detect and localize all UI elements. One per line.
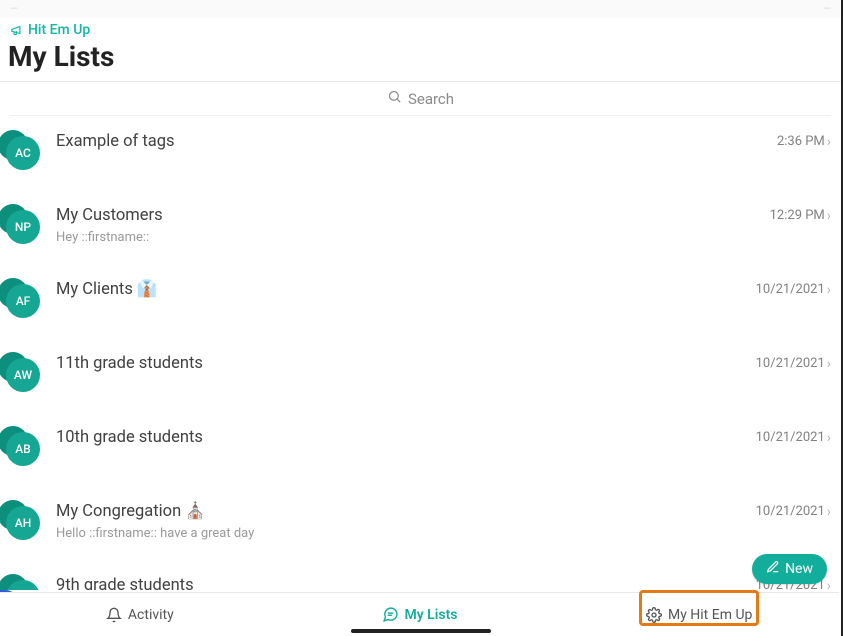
avatar: AC: [6, 580, 46, 590]
home-indicator: [351, 629, 491, 633]
list-container[interactable]: ACExample of tags2:36 PM›NPMy CustomersH…: [0, 116, 841, 590]
new-button-label: New: [785, 561, 813, 577]
tab-activity-label: Activity: [128, 607, 174, 623]
list-item-title: 9th grade students: [56, 576, 756, 590]
list-item-body: 10th grade students: [56, 428, 756, 448]
list-item-time: 2:36 PM: [777, 134, 825, 149]
new-button[interactable]: New: [752, 554, 827, 584]
list-item-body: 9th grade students: [56, 576, 756, 590]
list-item-time: 12:29 PM: [770, 208, 825, 223]
list-item-time: 10/21/2021: [756, 356, 825, 371]
avatar: AH: [6, 506, 46, 546]
list-item-meta: 10/21/2021›: [756, 430, 831, 445]
chevron-right-icon: ›: [827, 283, 831, 297]
chat-icon: [382, 606, 399, 623]
avatar: NP: [6, 210, 46, 250]
chevron-right-icon: ›: [827, 357, 831, 371]
list-item-body: Example of tags: [56, 132, 777, 152]
list-item-meta: 10/21/2021›: [756, 282, 831, 297]
list-item-meta: 12:29 PM›: [770, 208, 831, 223]
avatar: AF: [6, 284, 46, 324]
list-item-title: My Clients 👔: [56, 280, 756, 300]
chevron-right-icon: ›: [827, 209, 831, 223]
list-item-body: My Congregation ⛪Hello ::firstname:: hav…: [56, 502, 756, 541]
list-item-title: Example of tags: [56, 132, 777, 152]
list-item-title: My Customers: [56, 206, 770, 226]
list-item-time: 10/21/2021: [756, 504, 825, 519]
list-item-body: My CustomersHey ::firstname::: [56, 206, 770, 245]
list-item-time: 10/21/2021: [756, 282, 825, 297]
status-left: —: [10, 4, 18, 15]
page-title: My Lists: [0, 38, 841, 81]
avatar-initials: AF: [6, 284, 40, 318]
list-item-body: 11th grade students: [56, 354, 756, 374]
search-placeholder: Search: [408, 90, 454, 108]
megaphone-icon: [10, 23, 24, 37]
list-item-title: 10th grade students: [56, 428, 756, 448]
list-item[interactable]: AH My Congregation ⛪Hello ::firstname:: h…: [0, 486, 841, 560]
list-item-body: My Clients 👔: [56, 280, 756, 300]
list-item[interactable]: AW 11th grade students10/21/2021›: [0, 338, 841, 412]
tab-settings[interactable]: My Hit Em Up: [559, 593, 839, 636]
avatar-initials: AW: [6, 358, 40, 392]
tab-settings-label: My Hit Em Up: [668, 607, 752, 623]
avatar: AC: [6, 136, 46, 176]
status-bar: — —: [0, 0, 841, 18]
avatar: AW: [6, 358, 46, 398]
avatar: AB: [6, 432, 46, 472]
search-bar[interactable]: Search: [10, 82, 831, 116]
chevron-right-icon: ›: [827, 579, 831, 591]
chevron-right-icon: ›: [827, 431, 831, 445]
list-item-meta: 10/21/2021›: [756, 504, 831, 519]
list-item[interactable]: NP My CustomersHey ::firstname::12:29 PM›: [0, 190, 841, 264]
list-item[interactable]: AC9th grade students10/21/2021›: [0, 560, 841, 590]
tab-mylists-label: My Lists: [405, 607, 458, 623]
chevron-right-icon: ›: [827, 135, 831, 149]
list-item[interactable]: AF My Clients 👔10/21/2021›: [0, 264, 841, 338]
search-icon: [387, 89, 402, 108]
brand-row[interactable]: Hit Em Up: [0, 18, 841, 38]
list-item[interactable]: AB 10th grade students10/21/2021›: [0, 412, 841, 486]
avatar-initials: AB: [6, 432, 40, 466]
chevron-right-icon: ›: [827, 505, 831, 519]
tab-activity[interactable]: Activity: [0, 593, 280, 636]
list-item-subtitle: Hello ::firstname:: have a great day: [56, 526, 756, 541]
list-item-time: 10/21/2021: [756, 430, 825, 445]
compose-icon: [766, 560, 780, 578]
bell-icon: [106, 607, 122, 623]
brand-label: Hit Em Up: [28, 22, 90, 38]
avatar-initials: AC: [6, 136, 40, 170]
avatar-initials: NP: [6, 210, 40, 244]
status-right: —: [823, 4, 831, 15]
list-item-meta: 2:36 PM›: [777, 134, 831, 149]
gear-icon: [646, 607, 662, 623]
list-item-title: My Congregation ⛪: [56, 502, 756, 522]
list-item-title: 11th grade students: [56, 354, 756, 374]
avatar-initials: AH: [6, 506, 40, 540]
list-item-meta: 10/21/2021›: [756, 356, 831, 371]
list-item-subtitle: Hey ::firstname::: [56, 230, 770, 245]
list-item[interactable]: AC Example of tags2:36 PM›: [0, 116, 841, 190]
